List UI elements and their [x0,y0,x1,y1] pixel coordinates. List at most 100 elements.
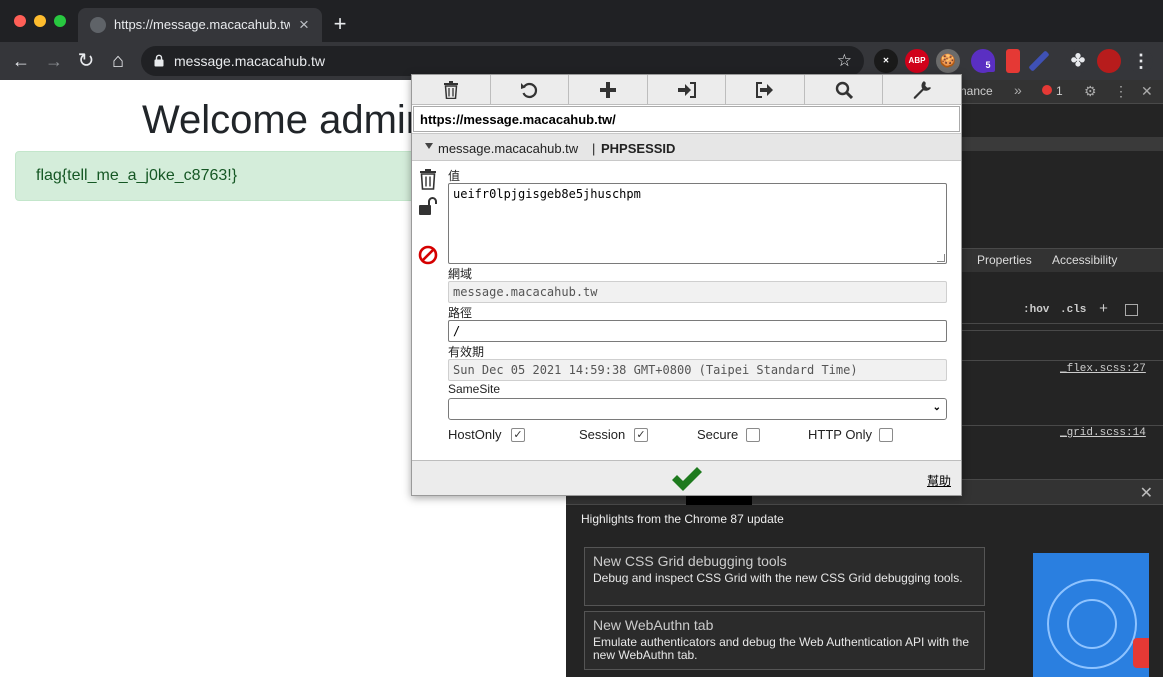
import-icon [678,82,696,98]
gear-icon[interactable]: ⚙ [1084,83,1097,100]
forward-button[interactable]: → [41,48,67,74]
samesite-label: SameSite [448,382,500,396]
hostonly-label: HostOnly [448,427,501,442]
lock-icon [154,54,164,67]
export-button[interactable] [726,75,805,105]
card-title: New WebAuthn tab [593,617,713,633]
source-link-flex[interactable]: _flex.scss:27 [1060,363,1146,375]
tab-accessibility[interactable]: Accessibility [1052,253,1117,267]
browser-tab[interactable]: https://message.macacahub.tw × [78,8,322,42]
cookie-icon[interactable]: 🍪 [936,49,960,73]
samesite-select[interactable]: ⌄ [448,398,947,420]
tab-properties[interactable]: Properties [977,253,1032,267]
devtools-more-tabs[interactable]: » [1014,82,1022,98]
value-label: 值 [448,167,460,184]
badge-extension-icon[interactable]: 5 [971,49,995,73]
cookie-editor-popup: https://message.macacahub.tw/ message.ma… [411,74,962,496]
help-link[interactable]: 幫助 [927,472,951,489]
home-button[interactable]: ⌂ [105,48,131,74]
extension-badge: 5 [981,59,995,72]
delete-all-button[interactable] [412,75,491,105]
search-icon [835,81,853,99]
httponly-checkbox[interactable] [879,428,893,442]
cookie-value-textarea[interactable]: ueifr0lpjgisgeb8e5jhuschpm [448,183,947,264]
block-icon[interactable] [418,244,438,266]
avatar-icon[interactable] [1097,49,1121,73]
window-zoom-button[interactable] [54,15,66,27]
delete-cookie-icon[interactable] [418,168,438,190]
tab-close-icon[interactable]: × [294,15,314,35]
styles-filter-bar: :hov .cls + [962,298,1163,324]
plus-icon [600,82,616,98]
secure-label: Secure [697,427,738,442]
devtools-tab-performance[interactable]: nance [960,84,993,98]
cookie-url-filter[interactable]: https://message.macacahub.tw/ [413,106,960,132]
httponly-label: HTTP Only [808,427,872,442]
x-extension-icon[interactable]: ✕ [874,49,898,73]
rule-divider [962,425,1163,426]
devtools-close-icon[interactable]: ✕ [1141,83,1153,100]
back-button[interactable]: ← [8,48,34,74]
adblock-plus-icon[interactable]: ABP [905,49,929,73]
rule-divider [962,330,1163,331]
cookie-name-label: PHPSESSID [601,141,675,156]
error-icon[interactable] [1042,85,1052,95]
import-button[interactable] [648,75,727,105]
globe-icon [90,17,106,33]
whats-new-card[interactable]: New WebAuthn tab Emulate authenticators … [584,611,985,670]
rule-divider [962,360,1163,361]
new-tab-button[interactable]: + [328,12,352,36]
session-checkbox[interactable]: ✓ [634,428,648,442]
error-count: 1 [1056,84,1063,98]
pen-icon[interactable] [1028,50,1049,71]
dom-selected-line [962,137,1163,151]
options-button[interactable] [883,75,961,105]
hov-toggle[interactable]: :hov [1023,304,1049,316]
wrench-icon [913,81,931,99]
cookie-row-header[interactable]: message.macacahub.tw | PHPSESSID [412,133,961,161]
devtools-tabbar: nance » 1 ⚙ ⋮ ✕ [962,80,1163,104]
cookie-domain-label: message.macacahub.tw [438,141,578,156]
whats-new-heading: Highlights from the Chrome 87 update [581,512,784,526]
promo-accent [1133,638,1149,668]
bookmark-star-icon[interactable]: ☆ [837,51,852,71]
card-description: Emulate authenticators and debug the Web… [593,636,978,662]
card-description: Debug and inspect CSS Grid with the new … [593,572,978,585]
page-title: Welcome admin [142,98,428,143]
fire-extinguisher-icon[interactable] [1006,49,1020,73]
devtools-menu-icon[interactable]: ⋮ [1114,83,1128,100]
sidebar-toggle-icon[interactable] [1125,304,1138,316]
drawer-close-icon[interactable]: ✕ [1140,483,1153,503]
styles-tabbar: Properties Accessibility [962,248,1163,272]
new-rule-button[interactable]: + [1099,301,1108,318]
undo-icon [520,81,538,99]
extensions-bar: ✕ ABP 🍪 5 ✤ ⋮ [871,46,1163,76]
search-button[interactable] [805,75,884,105]
window-minimize-button[interactable] [34,15,46,27]
address-bar[interactable]: message.macacahub.tw ☆ [141,46,864,76]
session-label: Session [579,427,625,442]
window-close-button[interactable] [14,15,26,27]
chevron-down-icon: ⌄ [933,402,941,413]
whats-new-card[interactable]: New CSS Grid debugging tools Debug and i… [584,547,985,606]
source-link-grid[interactable]: _grid.scss:14 [1060,427,1146,439]
save-check-icon[interactable] [670,465,704,493]
reload-button[interactable]: ↻ [73,48,99,74]
domain-label: 網域 [448,265,472,282]
whats-new-promo-image [1033,553,1149,677]
domain-input[interactable]: message.macacahub.tw [448,281,947,303]
hostonly-checkbox[interactable]: ✓ [511,428,525,442]
trash-icon [443,81,459,99]
secure-checkbox[interactable] [746,428,760,442]
reset-button[interactable] [491,75,570,105]
path-input[interactable]: / [448,320,947,342]
kebab-menu-icon[interactable]: ⋮ [1129,49,1153,73]
expires-input[interactable]: Sun Dec 05 2021 14:59:38 GMT+0800 (Taipe… [448,359,947,381]
cls-toggle[interactable]: .cls [1060,304,1086,316]
add-cookie-button[interactable] [569,75,648,105]
resize-grip-icon[interactable] [937,254,945,262]
puzzle-icon[interactable]: ✤ [1066,49,1090,73]
address-url: message.macacahub.tw [174,53,325,69]
devtools-drawer: ✕ Highlights from the Chrome 87 update N… [566,479,1163,677]
unlock-icon[interactable] [418,196,438,218]
